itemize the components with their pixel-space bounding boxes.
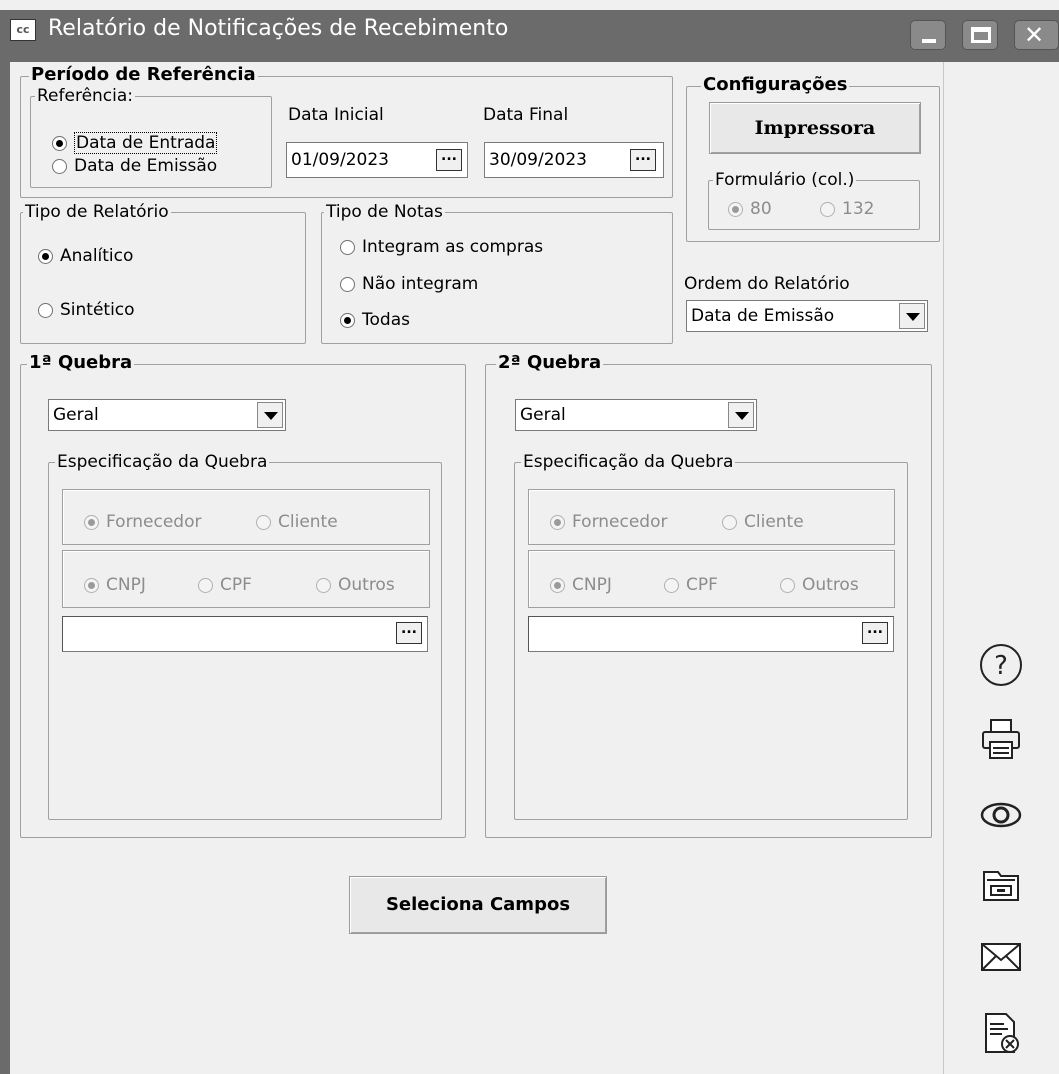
quebra1-cpf-label: CPF bbox=[220, 575, 252, 595]
quebra2-legend: 2ª Quebra bbox=[496, 352, 604, 374]
side-toolbar: ? bbox=[943, 62, 1059, 1074]
radio-todas-label: Todas bbox=[362, 310, 410, 330]
quebra1-select-value: Geral bbox=[53, 405, 99, 425]
seleciona-campos-button[interactable]: Seleciona Campos bbox=[349, 876, 607, 934]
radio-nao-integram[interactable]: Não integram bbox=[340, 273, 478, 295]
radio-data-emissao-label: Data de Emissão bbox=[74, 156, 218, 176]
preview-eye-icon[interactable] bbox=[976, 792, 1026, 838]
radio-nao-integram-label: Não integram bbox=[362, 274, 479, 294]
radio-analitico[interactable]: Analítico bbox=[38, 245, 133, 267]
quebra1-cliente-label: Cliente bbox=[278, 512, 338, 532]
quebra2-cliente-label: Cliente bbox=[744, 512, 804, 532]
formulario-legend: Formulário (col.) bbox=[713, 169, 857, 191]
app-icon: cc bbox=[10, 19, 36, 41]
quebra1-legend: 1ª Quebra bbox=[27, 352, 135, 374]
quebra1-fornecedor-label: Fornecedor bbox=[106, 512, 202, 532]
quebra2-select-value: Geral bbox=[520, 405, 566, 425]
quebra2-lookup-button[interactable]: ... bbox=[862, 622, 888, 644]
close-icon: ✕ bbox=[1024, 21, 1045, 49]
tipo-relatorio-legend: Tipo de Relatório bbox=[23, 201, 171, 223]
chevron-down-icon[interactable] bbox=[728, 402, 754, 428]
data-final-picker-button[interactable]: ... bbox=[630, 149, 656, 171]
chevron-down-icon[interactable] bbox=[899, 303, 925, 329]
impressora-button[interactable]: Impressora bbox=[709, 102, 921, 154]
impressora-label: Impressora bbox=[754, 117, 876, 139]
chevron-down-icon[interactable] bbox=[257, 402, 283, 428]
quebra2-radio-outros[interactable]: Outros bbox=[780, 574, 859, 596]
quebra2-spec-legend: Especificação da Quebra bbox=[521, 451, 736, 473]
referencia-legend: Referência: bbox=[35, 85, 136, 107]
help-icon[interactable]: ? bbox=[976, 642, 1026, 688]
quebra2-outros-label: Outros bbox=[802, 575, 859, 595]
radio-form-132[interactable]: 132 bbox=[820, 198, 874, 220]
data-inicial-label: Data Inicial bbox=[288, 105, 384, 125]
radio-form-132-label: 132 bbox=[842, 199, 875, 219]
quebra1-radio-cnpj[interactable]: CNPJ bbox=[84, 574, 146, 596]
quebra2-cnpj-label: CNPJ bbox=[572, 575, 612, 595]
ordem-label: Ordem do Relatório bbox=[684, 274, 850, 294]
email-icon[interactable] bbox=[976, 934, 1026, 980]
tipo-relatorio-group: Tipo de Relatório bbox=[20, 201, 306, 344]
radio-data-entrada[interactable]: Data de Entrada bbox=[52, 132, 218, 154]
report-window: cc Relatório de Notificações de Recebime… bbox=[0, 0, 1059, 1074]
quebra1-spec-legend: Especificação da Quebra bbox=[55, 451, 270, 473]
periodo-legend: Período de Referência bbox=[29, 64, 258, 86]
quebra1-spec-input[interactable] bbox=[62, 616, 428, 652]
radio-sintetico[interactable]: Sintético bbox=[38, 299, 135, 321]
svg-text:?: ? bbox=[994, 651, 1008, 681]
radio-todas[interactable]: Todas bbox=[340, 309, 410, 331]
quebra1-radio-cpf[interactable]: CPF bbox=[198, 574, 252, 596]
maximize-button[interactable] bbox=[962, 20, 998, 50]
config-legend: Configurações bbox=[701, 74, 850, 96]
data-inicial-picker-button[interactable]: ... bbox=[436, 149, 462, 171]
ordem-select[interactable]: Data de Emissão bbox=[686, 300, 928, 332]
radio-integram-compras[interactable]: Integram as compras bbox=[340, 236, 543, 258]
seleciona-campos-label: Seleciona Campos bbox=[385, 894, 571, 915]
radio-integram-label: Integram as compras bbox=[362, 237, 544, 257]
radio-form-80-label: 80 bbox=[750, 199, 772, 219]
radio-sintetico-label: Sintético bbox=[60, 300, 135, 320]
quebra1-outros-label: Outros bbox=[338, 575, 395, 595]
quebra1-lookup-button[interactable]: ... bbox=[396, 622, 422, 644]
tipo-notas-legend: Tipo de Notas bbox=[324, 201, 445, 223]
radio-data-entrada-label: Data de Entrada bbox=[74, 132, 218, 154]
minimize-button[interactable] bbox=[910, 20, 946, 50]
quebra2-select[interactable]: Geral bbox=[515, 399, 757, 431]
quebra2-fornecedor-label: Fornecedor bbox=[572, 512, 668, 532]
data-final-value: 30/09/2023 bbox=[489, 150, 587, 170]
quebra1-radio-outros[interactable]: Outros bbox=[316, 574, 395, 596]
quebra1-radio-cliente[interactable]: Cliente bbox=[256, 511, 338, 533]
radio-form-80[interactable]: 80 bbox=[728, 198, 772, 220]
quebra2-radio-cnpj[interactable]: CNPJ bbox=[550, 574, 612, 596]
radio-data-emissao[interactable]: Data de Emissão bbox=[52, 155, 217, 177]
maximize-icon bbox=[971, 27, 991, 43]
quebra1-select[interactable]: Geral bbox=[48, 399, 286, 431]
window-title: Relatório de Notificações de Recebimento bbox=[48, 16, 509, 41]
data-final-label: Data Final bbox=[483, 105, 569, 125]
cancel-document-icon[interactable] bbox=[976, 1010, 1026, 1056]
data-inicial-value: 01/09/2023 bbox=[291, 150, 389, 170]
radio-analitico-label: Analítico bbox=[60, 246, 134, 266]
quebra2-cpf-label: CPF bbox=[686, 575, 718, 595]
quebra2-radio-cliente[interactable]: Cliente bbox=[722, 511, 804, 533]
quebra1-cnpj-label: CNPJ bbox=[106, 575, 146, 595]
quebra2-radio-fornecedor[interactable]: Fornecedor bbox=[550, 511, 667, 533]
minimize-icon bbox=[922, 39, 936, 43]
printer-icon[interactable] bbox=[976, 716, 1026, 762]
ordem-value: Data de Emissão bbox=[691, 306, 835, 326]
window-left-border bbox=[0, 62, 10, 1074]
quebra2-radio-cpf[interactable]: CPF bbox=[664, 574, 718, 596]
close-button[interactable]: ✕ bbox=[1014, 20, 1059, 50]
quebra1-radio-fornecedor[interactable]: Fornecedor bbox=[84, 511, 201, 533]
export-folder-icon[interactable] bbox=[976, 862, 1026, 908]
quebra2-spec-input[interactable] bbox=[528, 616, 894, 652]
